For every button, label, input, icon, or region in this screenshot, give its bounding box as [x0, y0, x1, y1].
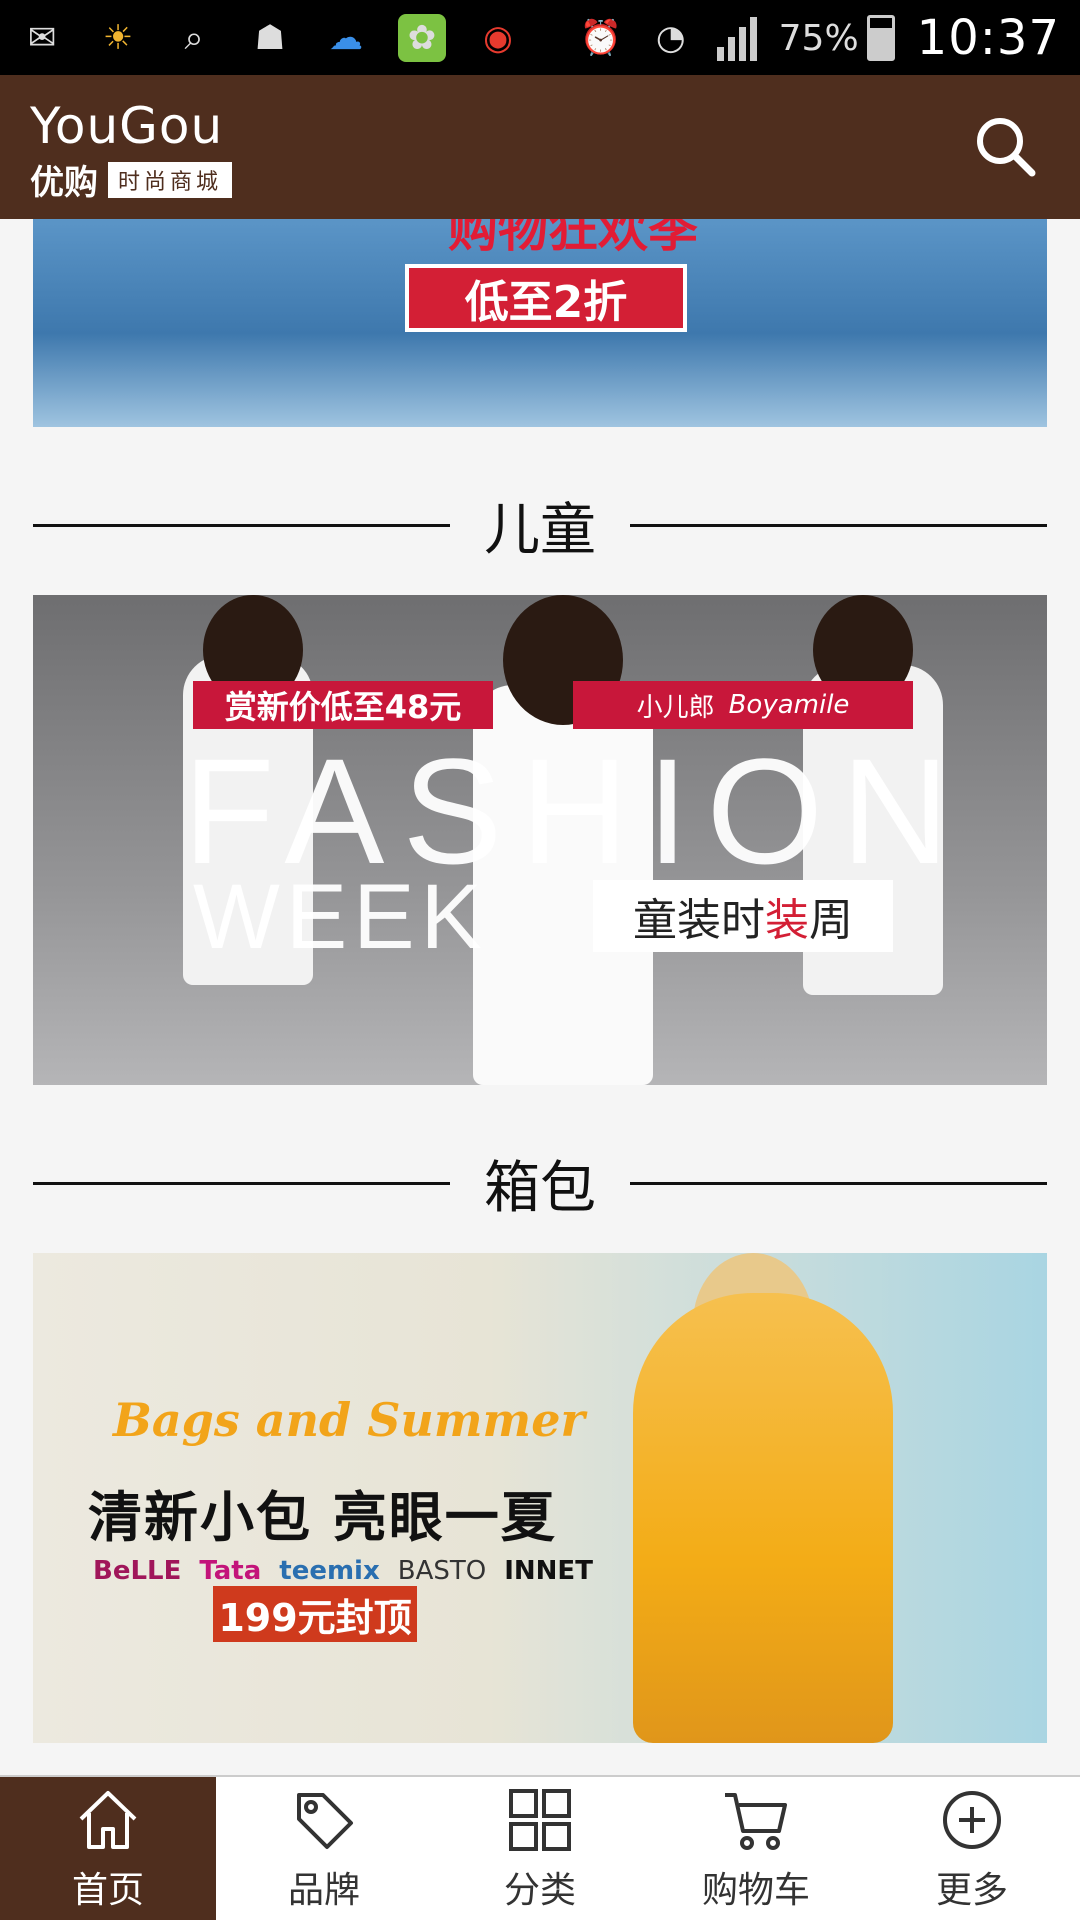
- system-indicators: ⏰ ◔ 75% 10:37: [577, 8, 1060, 68]
- logo-text-en: YouGou: [30, 97, 224, 155]
- kids-cn-title: 童装时装周: [593, 880, 893, 952]
- kids-cn-title-part: 周: [809, 895, 853, 946]
- nav-cart[interactable]: 购物车: [648, 1777, 864, 1920]
- divider-right: [630, 523, 1047, 527]
- brand-cn: 小儿郎: [636, 692, 715, 723]
- home-icon: [79, 1790, 137, 1849]
- kids-promo-label: 赏新价低至48元: [193, 681, 493, 729]
- brand-logo: BASTO: [397, 1556, 487, 1586]
- clock: 10:37: [916, 10, 1060, 66]
- bags-price-tag: 199元封顶: [213, 1586, 417, 1642]
- app-screen: ✉ ☀ ⌕ ☗ ☁ ✿ ◉ ⏰ ◔ 75% 10:37 YouGou 优购 时尚…: [0, 0, 1080, 1920]
- bags-cn-title: 清新小包 亮眼一夏: [88, 1486, 557, 1549]
- logo-tagline: 时尚商城: [108, 161, 233, 198]
- battery-percent: 75%: [778, 17, 859, 59]
- nav-more[interactable]: 更多: [864, 1777, 1080, 1920]
- battery-indicator: 75%: [779, 15, 895, 61]
- brand-logo: INNET: [504, 1556, 593, 1586]
- brand-logo: teemix: [279, 1556, 380, 1586]
- divider-left: [33, 523, 450, 527]
- android-icon: ☗: [254, 18, 286, 58]
- section-title-text: 儿童: [484, 497, 596, 563]
- app-header: YouGou 优购 时尚商城: [0, 75, 1080, 219]
- nav-categories[interactable]: 分类: [432, 1777, 648, 1920]
- kids-fashion-banner[interactable]: 赏新价低至48元 小儿郎 Boyamile FASHION WEEK 童装时装周: [33, 595, 1047, 1085]
- promo-headline: 购物狂欢季: [448, 219, 698, 258]
- nav-label: 首页: [71, 1869, 144, 1911]
- search-icon[interactable]: [970, 111, 1040, 181]
- bags-banner[interactable]: Bags and Summer 清新小包 亮眼一夏 BeLLE Tata tee…: [33, 1253, 1047, 1743]
- weather-icon: ☀: [102, 18, 134, 58]
- divider-left: [33, 1181, 450, 1185]
- promo-discount-tag: 低至2折: [405, 264, 687, 332]
- brand-logo: BeLLE: [93, 1556, 182, 1586]
- wifi-icon: ◔: [655, 18, 686, 58]
- bags-script-title: Bags and Summer: [113, 1393, 585, 1447]
- nav-label: 购物车: [701, 1869, 810, 1911]
- signal-icon: [716, 15, 757, 61]
- status-bar: ✉ ☀ ⌕ ☗ ☁ ✿ ◉ ⏰ ◔ 75% 10:37: [0, 0, 1080, 75]
- logo-text-cn: 优购: [30, 163, 98, 203]
- kids-brand-label: 小儿郎 Boyamile: [573, 681, 913, 729]
- brand-en: Boyamile: [728, 690, 850, 720]
- section-title-kids: 儿童: [33, 485, 1047, 565]
- alarm-icon: ⏰: [579, 18, 622, 58]
- plus-circle-icon: [943, 1790, 1001, 1849]
- bottom-nav: 首页 品牌 分类 购物车 更多: [0, 1775, 1080, 1920]
- battery-icon: [866, 15, 895, 61]
- promo-banner-top[interactable]: 购物狂欢季 低至2折: [33, 219, 1047, 427]
- nav-label: 更多: [935, 1869, 1008, 1911]
- section-title-bags: 箱包: [33, 1143, 1047, 1223]
- nav-label: 品牌: [287, 1869, 360, 1911]
- kids-cn-title-part: 童装时: [633, 895, 765, 946]
- kids-cn-title-red: 装: [765, 895, 809, 946]
- app-icon: ✿: [398, 14, 446, 62]
- grid-icon: [509, 1788, 571, 1851]
- tag-icon: [297, 1792, 353, 1849]
- browser-icon: ◉: [483, 18, 513, 58]
- nav-home[interactable]: 首页: [0, 1777, 216, 1920]
- week-text: WEEK: [193, 866, 488, 968]
- search-notification-icon: ⌕: [184, 18, 204, 58]
- divider-right: [630, 1181, 1047, 1185]
- chat-icon: ☁: [329, 18, 363, 58]
- nav-brands[interactable]: 品牌: [216, 1777, 432, 1920]
- bags-brand-list: BeLLE Tata teemix BASTO INNET: [93, 1556, 593, 1586]
- yougou-logo[interactable]: YouGou 优购 时尚商城: [30, 97, 233, 204]
- brand-logo: Tata: [199, 1556, 262, 1586]
- cart-icon: [725, 1792, 787, 1850]
- notification-icons: ✉ ☀ ⌕ ☗ ☁ ✿ ◉: [18, 10, 522, 66]
- model-image: [633, 1293, 893, 1743]
- mail-icon: ✉: [27, 18, 57, 58]
- section-title-text: 箱包: [484, 1155, 596, 1221]
- nav-label: 分类: [503, 1869, 576, 1911]
